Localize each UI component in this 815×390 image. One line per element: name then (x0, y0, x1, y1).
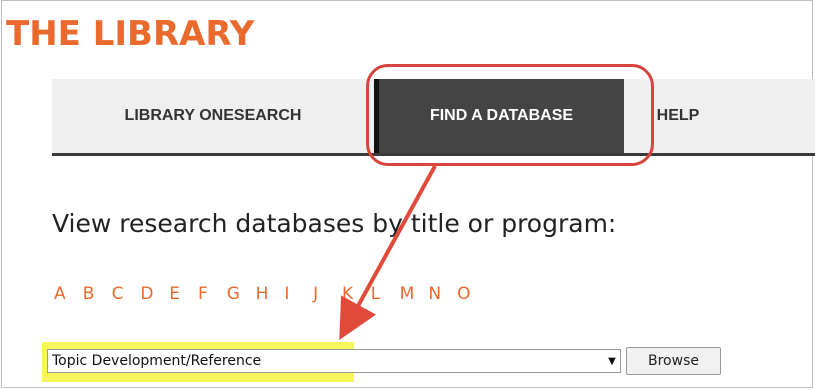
az-letter-link[interactable]: H (256, 284, 285, 314)
alphabet-index: ABCDEFGHIJKLMNO (54, 284, 486, 314)
az-letter-link[interactable]: F (198, 284, 227, 314)
page-heading: View research databases by title or prog… (52, 209, 617, 238)
az-letter-link[interactable]: B (83, 284, 112, 314)
screenshot-frame (1, 0, 813, 388)
az-letter-link[interactable]: A (54, 284, 83, 314)
az-letter-link[interactable]: I (284, 284, 313, 314)
az-letter-link[interactable]: O (457, 284, 486, 314)
program-select[interactable]: Topic Development/Reference ▼ (47, 349, 621, 373)
az-letter-link[interactable]: D (140, 284, 169, 314)
tab-find-a-database[interactable]: FIND A DATABASE (374, 79, 624, 153)
az-letter-link[interactable]: L (371, 284, 400, 314)
az-letter-link[interactable]: E (169, 284, 198, 314)
dropdown-arrow-icon: ▼ (608, 355, 616, 367)
az-letter-link[interactable]: N (428, 284, 457, 314)
az-letter-link[interactable]: M (400, 284, 429, 314)
program-select-value: Topic Development/Reference (52, 353, 262, 369)
tab-library-onesearch[interactable]: LIBRARY ONESEARCH (52, 79, 374, 153)
az-letter-link[interactable]: G (227, 284, 256, 314)
main-nav: LIBRARY ONESEARCH FIND A DATABASE HELP (52, 79, 815, 156)
az-letter-link[interactable]: C (112, 284, 141, 314)
az-letter-link[interactable]: K (342, 284, 371, 314)
site-title: THE LIBRARY (6, 14, 255, 54)
browse-button[interactable]: Browse (626, 347, 721, 375)
az-letter-link[interactable]: J (313, 284, 342, 314)
tab-help[interactable]: HELP (624, 79, 732, 153)
